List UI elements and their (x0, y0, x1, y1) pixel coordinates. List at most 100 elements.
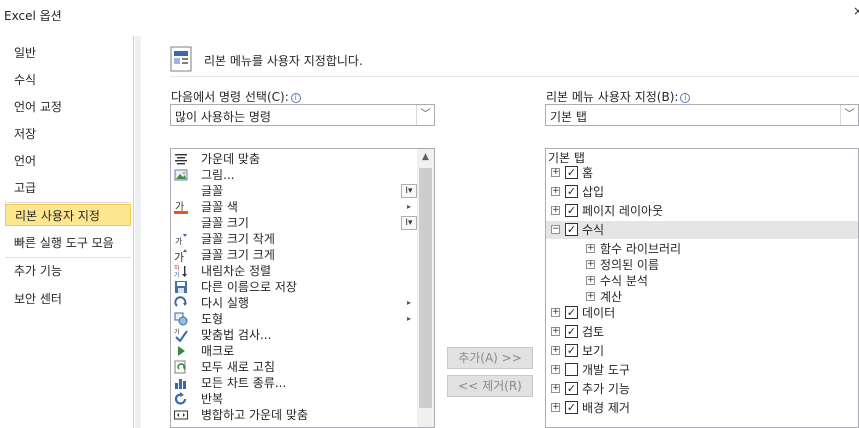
macro-icon (178, 346, 185, 356)
tree-item-background-removal[interactable]: + ✓ 배경 제거 (546, 399, 858, 417)
commands-scrollbar[interactable]: ▲ (417, 149, 434, 427)
scrollbar-thumb[interactable] (419, 168, 432, 408)
checkbox-checked[interactable]: ✓ (565, 325, 578, 338)
list-item[interactable]: 그림... (173, 167, 413, 183)
tree-item-view[interactable]: + ✓ 보기 (546, 342, 858, 360)
ribbon-tree[interactable]: 기본 탭 + ✓ 홈 + ✓ 삽입 + ✓ 페이지 레이아웃 − ✓ 수식 + … (545, 148, 859, 428)
tree-item-formulas[interactable]: − ✓ 수식 (546, 221, 858, 239)
submenu-arrow-icon: ▸ (407, 298, 412, 307)
checkbox-checked[interactable]: ✓ (565, 382, 578, 395)
expand-icon[interactable]: + (551, 308, 560, 317)
expand-icon[interactable]: + (586, 292, 595, 301)
sidebar-item-proofing[interactable]: 언어 교정 (5, 96, 131, 118)
remove-button[interactable]: << 제거(R) (447, 375, 533, 397)
tree-item-label: 추가 기능 (582, 382, 630, 396)
sort-descending-icon: 하가 (174, 264, 187, 278)
spelling-icon: 가 (174, 328, 188, 342)
tree-item-review[interactable]: + ✓ 검토 (546, 323, 858, 341)
expand-icon[interactable]: + (586, 276, 595, 285)
expand-icon[interactable]: + (551, 187, 560, 196)
tree-item-label: 개발 도구 (582, 363, 630, 377)
repeat-icon (174, 392, 187, 405)
list-item[interactable]: 매크로 (173, 343, 413, 359)
checkbox-checked[interactable]: ✓ (565, 166, 578, 179)
sidebar-divider (5, 202, 131, 203)
list-item-label: 글꼴 크기 (201, 216, 249, 230)
list-item[interactable]: 가 글꼴 색 ▸ (173, 199, 413, 215)
list-item[interactable]: 가 글꼴 크기 크게 (173, 247, 413, 263)
expand-icon[interactable]: + (551, 346, 560, 355)
tree-item-developer[interactable]: + 개발 도구 (546, 361, 858, 379)
scroll-up-icon[interactable]: ▲ (417, 149, 434, 166)
checkbox-checked[interactable]: ✓ (565, 204, 578, 217)
list-item-label: 다른 이름으로 저장 (201, 280, 297, 294)
list-item[interactable]: 반복 (173, 391, 413, 407)
list-item[interactable]: 병합하고 가운데 맞춤 (173, 407, 413, 423)
customize-ribbon-icon (170, 46, 192, 72)
add-button[interactable]: 추가(A) >> (447, 347, 533, 369)
list-item[interactable]: 모두 새로 고침 (173, 359, 413, 375)
svg-text:가: 가 (175, 237, 183, 246)
tree-item-insert[interactable]: + ✓ 삽입 (546, 183, 858, 201)
tree-item-page-layout[interactable]: + ✓ 페이지 레이아웃 (546, 202, 858, 220)
choose-commands-label-text: 다음에서 명령 선택(C): (171, 90, 289, 104)
checkbox-checked[interactable]: ✓ (565, 401, 578, 414)
list-item[interactable]: 도형 ▸ (173, 311, 413, 327)
sidebar-item-formulas[interactable]: 수식 (5, 69, 131, 91)
list-item[interactable]: 하가 내림차순 정렬 (173, 263, 413, 279)
sidebar-item-customize-ribbon[interactable]: 리본 사용자 지정 (5, 204, 131, 226)
chart-types-icon (175, 379, 186, 389)
expand-icon[interactable]: + (551, 365, 560, 374)
list-item[interactable]: 글꼴 크기 I▾ (173, 215, 417, 231)
list-item-label: 글꼴 크기 작게 (201, 232, 275, 246)
checkbox-checked[interactable]: ✓ (565, 344, 578, 357)
tree-item-label: 페이지 레이아웃 (582, 204, 664, 218)
tree-item-home[interactable]: + ✓ 홈 (546, 164, 858, 182)
header-divider (170, 76, 859, 77)
list-item[interactable]: 모든 차트 종류... (173, 375, 413, 391)
expand-icon[interactable]: + (551, 384, 560, 393)
checkbox-unchecked[interactable] (565, 363, 578, 376)
list-item-label: 다시 실행 (201, 296, 249, 310)
sidebar-item-language[interactable]: 언어 (5, 150, 131, 172)
sidebar-item-add-ins[interactable]: 추가 기능 (5, 260, 131, 282)
list-item[interactable]: 글꼴 I▾ (173, 183, 417, 199)
redo-icon (174, 296, 187, 307)
commands-list[interactable]: 가운데 맞춤 그림... 글꼴 I▾ 가 글꼴 색 ▸ 글꼴 크기 I▾ 가 글… (170, 148, 435, 428)
sidebar-item-advanced[interactable]: 고급 (5, 177, 131, 199)
list-item[interactable]: 다시 실행 ▸ (173, 295, 413, 311)
expand-icon[interactable]: + (551, 403, 560, 412)
svg-text:가: 가 (174, 251, 184, 262)
sidebar: 일반 수식 언어 교정 저장 언어 고급 리본 사용자 지정 빠른 실행 도구 … (0, 36, 134, 428)
tree-item-add-ins[interactable]: + ✓ 추가 기능 (546, 380, 858, 398)
ribbon-tabs-dropdown[interactable]: 기본 탭 ﹀ (545, 104, 859, 126)
chevron-down-icon[interactable]: ﹀ (840, 105, 858, 125)
page-title: 리본 메뉴를 사용자 지정합니다. (204, 54, 363, 68)
sidebar-item-trust-center[interactable]: 보안 센터 (5, 288, 131, 310)
expand-icon[interactable]: + (586, 260, 595, 269)
expand-icon[interactable]: + (551, 327, 560, 336)
list-item-label: 매크로 (201, 344, 235, 358)
tree-item-label: 보기 (582, 344, 605, 358)
checkbox-checked[interactable]: ✓ (565, 306, 578, 319)
tree-item-label: 배경 제거 (582, 401, 630, 415)
list-item[interactable]: 가운데 맞춤 (173, 151, 413, 167)
collapse-icon[interactable]: − (551, 225, 560, 234)
choose-commands-dropdown[interactable]: 많이 사용하는 명령 ﹀ (170, 104, 435, 126)
checkbox-checked[interactable]: ✓ (565, 223, 578, 236)
list-item[interactable]: 가 글꼴 크기 작게 (173, 231, 413, 247)
expand-icon[interactable]: + (551, 168, 560, 177)
chevron-down-icon[interactable]: ﹀ (416, 105, 434, 125)
sidebar-item-general[interactable]: 일반 (5, 42, 131, 64)
list-item[interactable]: 가 맞춤법 검사... (173, 327, 413, 343)
list-item[interactable]: 다른 이름으로 저장 (173, 279, 413, 295)
text-box-dropdown-icon: I▾ (401, 216, 417, 230)
expand-icon[interactable]: + (586, 244, 595, 253)
checkbox-checked[interactable]: ✓ (565, 185, 578, 198)
sidebar-item-save[interactable]: 저장 (5, 123, 131, 145)
close-icon[interactable]: × (853, 4, 859, 18)
tree-item-data[interactable]: + ✓ 데이터 (546, 304, 858, 322)
list-item-label: 반복 (201, 392, 224, 406)
expand-icon[interactable]: + (551, 206, 560, 215)
sidebar-item-quick-access-toolbar[interactable]: 빠른 실행 도구 모음 (5, 232, 131, 254)
